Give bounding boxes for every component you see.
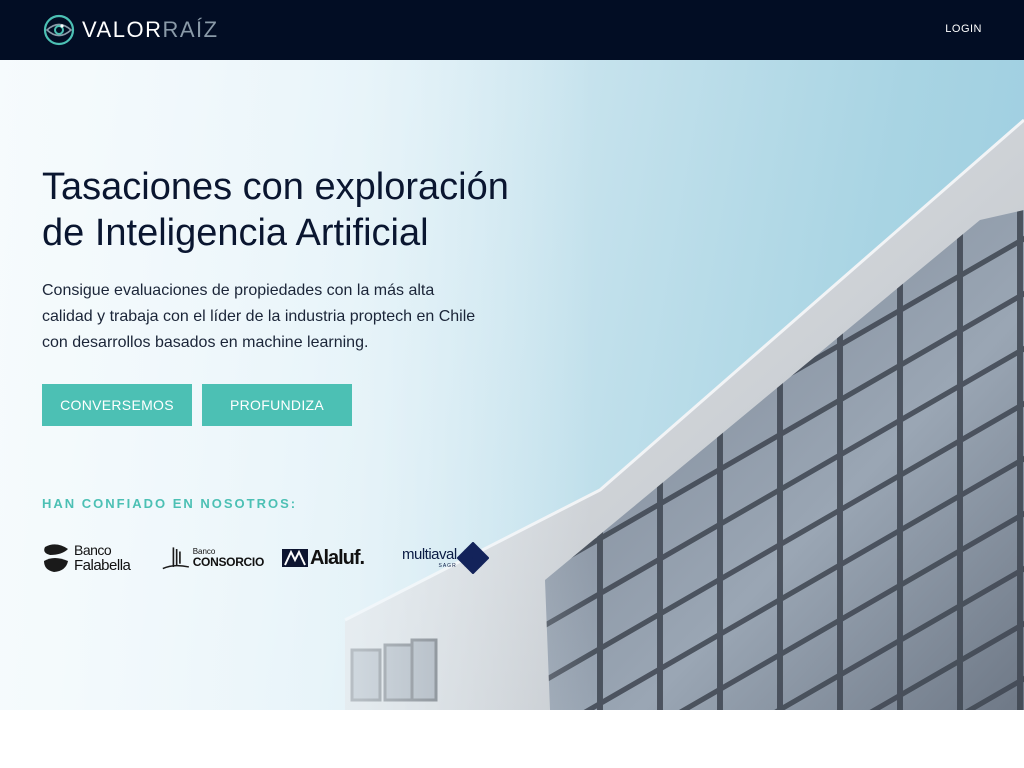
falabella-logo-icon [44, 544, 68, 572]
top-navbar: VALORRAÍZ LOGIN [0, 0, 1024, 60]
hero-title-line-2: de Inteligencia Artificial [42, 212, 429, 254]
falabella-line-1: Banco [74, 542, 112, 558]
consorcio-logo-icon [162, 547, 190, 570]
profundiza-button[interactable]: PROFUNDIZA [202, 384, 352, 426]
alaluf-logo-icon [282, 549, 308, 567]
hero-desc-line-1: Consigue evaluaciones de propiedades con… [42, 282, 435, 299]
brand-logo[interactable]: VALORRAÍZ [42, 13, 219, 47]
multiaval-logo: multiaval SAGR [402, 540, 504, 576]
brand-name: VALORRAÍZ [82, 13, 219, 47]
hero-title: Tasaciones con exploración de Inteligenc… [42, 164, 602, 256]
alaluf-wordmark: Alaluf. [310, 546, 365, 569]
conversemos-button[interactable]: CONVERSEMOS [42, 384, 192, 426]
page-bottom-area [0, 710, 1024, 768]
login-link[interactable]: LOGIN [945, 23, 982, 35]
valorraiz-logo-icon [43, 14, 75, 46]
client-logos: Banco Falabella Banco CONSORCIO Alaluf. [42, 540, 512, 580]
trust-heading: HAN CONFIADO EN NOSOTROS: [42, 496, 298, 511]
hero-section: Tasaciones con exploración de Inteligenc… [0, 60, 1024, 710]
hero-desc-line-2: calidad y trabaja con el líder de la ind… [42, 308, 476, 325]
consorcio-line-2: CONSORCIO [192, 555, 265, 569]
hero-title-line-1: Tasaciones con exploración [42, 166, 509, 208]
alaluf-logo: Alaluf. [282, 540, 384, 576]
multiaval-logo-icon [456, 542, 489, 574]
hero-desc-line-3: con desarrollos basados en machine learn… [42, 334, 369, 351]
falabella-line-2: Falabella [74, 557, 131, 574]
consorcio-logo: Banco CONSORCIO [162, 540, 264, 576]
multiaval-line-2: SAGR [438, 563, 457, 569]
hero-description: Consigue evaluaciones de propiedades con… [42, 278, 522, 356]
brand-name-part1: VALOR [82, 17, 163, 42]
falabella-logo: Banco Falabella [42, 540, 142, 576]
brand-name-part2: RAÍZ [162, 17, 219, 42]
multiaval-line-1: multiaval [402, 546, 457, 563]
